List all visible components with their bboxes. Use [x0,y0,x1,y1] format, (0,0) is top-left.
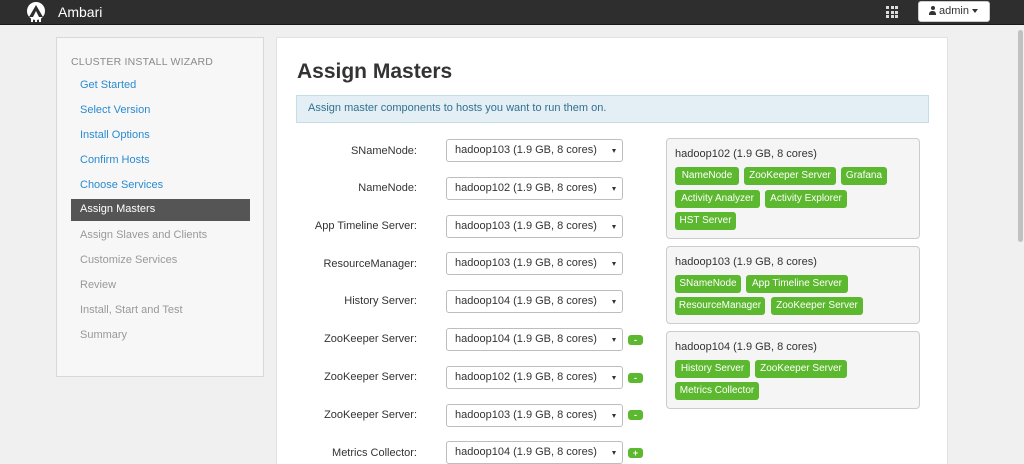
host-select-history-server[interactable]: hadoop104 (1.9 GB, 8 cores) [446,290,623,313]
assignment-label: App Timeline Server: [314,220,417,232]
component-badge: NameNode [675,167,739,185]
wizard-sidebar: CLUSTER INSTALL WIZARD Get Started Selec… [56,37,264,377]
select-caret-icon [612,149,616,153]
wizard-step-summary: Summary [80,329,128,341]
host-select-value: hadoop103 (1.9 GB, 8 cores) [455,144,597,156]
grid-icon[interactable] [886,6,900,18]
select-caret-icon [612,262,616,266]
assignment-label: ResourceManager: [323,258,417,270]
host-select-value: hadoop104 (1.9 GB, 8 cores) [455,333,597,345]
component-badge: Activity Analyzer [675,190,760,208]
component-badge: SNameNode [675,275,741,293]
component-badge: ZooKeeper Server [771,297,863,315]
host-select-resourcemanager[interactable]: hadoop103 (1.9 GB, 8 cores) [446,252,623,275]
wizard-step-select-version[interactable]: Select Version [71,100,250,122]
host-card-title: hadoop104 (1.9 GB, 8 cores) [675,341,817,353]
select-caret-icon [612,376,616,380]
caret-down-icon [971,9,978,13]
host-select-app-timeline-server[interactable]: hadoop103 (1.9 GB, 8 cores) [446,215,623,238]
wizard-step-choose-services[interactable]: Choose Services [71,175,250,197]
assignment-label: ZooKeeper Server: [324,409,417,421]
select-caret-icon [612,451,616,455]
host-select-value: hadoop103 (1.9 GB, 8 cores) [455,220,597,232]
add-metrics-collector-button[interactable]: + [628,448,643,458]
select-caret-icon [612,414,616,418]
page-title: Assign Masters [297,60,453,83]
info-alert: Assign master components to hosts you wa… [296,95,929,123]
select-caret-icon [612,338,616,342]
select-caret-icon [612,300,616,304]
ambari-logo-icon[interactable] [24,1,48,23]
wizard-step-review: Review [80,279,117,291]
assignment-label: Metrics Collector: [332,447,417,459]
host-select-value: hadoop102 (1.9 GB, 8 cores) [455,371,597,383]
wizard-step-customize-services: Customize Services [80,254,178,266]
wizard-step-assign-masters: Assign Masters [71,199,250,221]
host-select-value: hadoop104 (1.9 GB, 8 cores) [455,446,597,458]
component-badge: History Server [675,360,750,378]
host-select-value: hadoop104 (1.9 GB, 8 cores) [455,295,597,307]
assignment-label: History Server: [344,295,417,307]
assignment-label: SNameNode: [350,145,417,157]
wizard-step-get-started[interactable]: Get Started [71,75,250,97]
component-badge: ZooKeeper Server [744,167,836,185]
host-select-metrics-collector[interactable]: hadoop104 (1.9 GB, 8 cores) [446,441,623,464]
assignment-label: ZooKeeper Server: [324,371,417,383]
remove-zookeeper-button[interactable]: - [628,373,643,383]
user-menu-label: admin [939,5,969,17]
host-card-title: hadoop103 (1.9 GB, 8 cores) [675,256,817,268]
wizard-step-install-start-test: Install, Start and Test [80,304,183,316]
host-card-hadoop104: hadoop104 (1.9 GB, 8 cores) History Serv… [666,331,920,409]
wizard-title: CLUSTER INSTALL WIZARD [71,56,214,68]
wizard-step-confirm-hosts[interactable]: Confirm Hosts [71,150,250,172]
component-badge: HST Server [675,212,736,230]
user-menu-button[interactable]: admin [918,1,990,22]
assignment-label: NameNode: [358,182,417,194]
component-badge: ResourceManager [675,297,765,315]
user-icon [929,6,936,15]
scrollbar-thumb[interactable] [1018,30,1023,242]
component-badge: Grafana [841,167,887,185]
top-navbar: Ambari admin [0,0,1024,25]
host-card-hadoop103: hadoop103 (1.9 GB, 8 cores) SNameNode Ap… [666,246,920,324]
host-select-value: hadoop102 (1.9 GB, 8 cores) [455,182,597,194]
wizard-step-install-options[interactable]: Install Options [71,125,250,147]
host-select-snamenode[interactable]: hadoop103 (1.9 GB, 8 cores) [446,139,623,162]
assignment-label: ZooKeeper Server: [324,333,417,345]
component-badge: Metrics Collector [675,382,759,400]
host-select-zookeeper-2[interactable]: hadoop102 (1.9 GB, 8 cores) [446,366,623,389]
component-badge: ZooKeeper Server [755,360,847,378]
host-card-title: hadoop102 (1.9 GB, 8 cores) [675,148,817,160]
brand-name[interactable]: Ambari [58,4,102,20]
host-card-hadoop102: hadoop102 (1.9 GB, 8 cores) NameNode Zoo… [666,138,920,239]
select-caret-icon [612,225,616,229]
component-badge: App Timeline Server [746,275,848,293]
host-select-namenode[interactable]: hadoop102 (1.9 GB, 8 cores) [446,177,623,200]
remove-zookeeper-button[interactable]: - [628,335,643,345]
component-badge: Activity Explorer [765,190,847,208]
wizard-step-assign-slaves: Assign Slaves and Clients [80,229,208,241]
remove-zookeeper-button[interactable]: - [628,410,643,420]
select-caret-icon [612,187,616,191]
host-select-value: hadoop103 (1.9 GB, 8 cores) [455,257,597,269]
host-select-zookeeper-1[interactable]: hadoop104 (1.9 GB, 8 cores) [446,328,623,351]
main-panel: Assign Masters Assign master components … [276,37,948,464]
host-select-value: hadoop103 (1.9 GB, 8 cores) [455,409,597,421]
host-select-zookeeper-3[interactable]: hadoop103 (1.9 GB, 8 cores) [446,404,623,427]
